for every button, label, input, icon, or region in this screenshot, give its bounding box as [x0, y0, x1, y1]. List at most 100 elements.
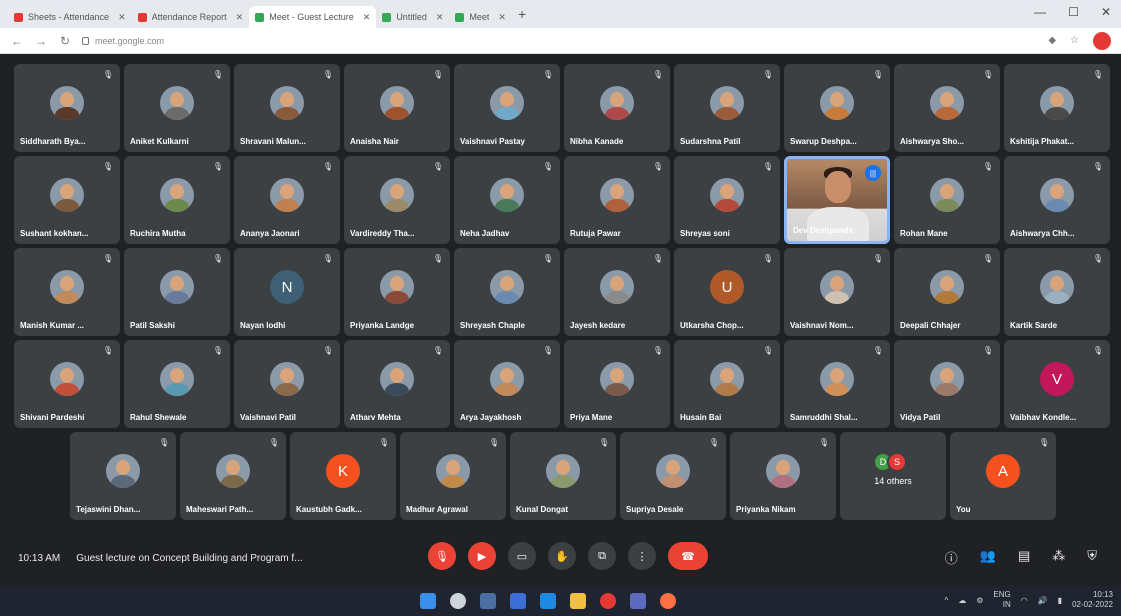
clock[interactable]: 10:13 02-02-2022 [1072, 590, 1113, 610]
participant-tile[interactable]: 🎙 Nibha Kanade [564, 64, 670, 152]
search-icon[interactable] [450, 593, 466, 609]
battery-icon[interactable]: ▮ [1058, 596, 1062, 605]
participant-tile[interactable]: 🎙 Kshitija Phakat... [1004, 64, 1110, 152]
host-controls-icon[interactable]: ⛨ [1087, 548, 1097, 567]
participant-tile[interactable]: 🎙 Husain Bai [674, 340, 780, 428]
people-icon[interactable]: 👥 [980, 548, 996, 567]
url-field[interactable]: meet.google.com [82, 32, 422, 50]
info-icon[interactable]: ⓘ [945, 548, 958, 567]
bookmark-star-icon[interactable]: ☆ [1070, 35, 1079, 46]
participant-tile[interactable]: U 🎙 Utkarsha Chop... [674, 248, 780, 336]
participant-tile[interactable]: 🎙 Kartik Sarde [1004, 248, 1110, 336]
task-view-icon[interactable] [480, 593, 496, 609]
camera-off-button[interactable]: ▶ [468, 542, 496, 570]
tab-close-icon[interactable]: ✕ [498, 12, 506, 23]
participant-tile[interactable]: 🎙 Shreyas soni [674, 156, 780, 244]
participant-tile[interactable]: 🎙 Swarup Deshpa... [784, 64, 890, 152]
tab-close-icon[interactable]: ✕ [436, 12, 444, 23]
chat-icon[interactable]: ▤ [1018, 548, 1030, 567]
participant-tile[interactable]: A 🎙 You [950, 432, 1056, 520]
participant-tile[interactable]: 🎙 Ananya Jaonari [234, 156, 340, 244]
browser-tab[interactable]: Meet ✕ [449, 6, 512, 28]
participant-tile[interactable]: 🎙 Kunal Dongat [510, 432, 616, 520]
file-explorer-icon[interactable] [570, 593, 586, 609]
others-tile[interactable]: D S 14 others [840, 432, 946, 520]
participant-tile[interactable]: 🎙 Manish Kumar ... [14, 248, 120, 336]
profile-avatar[interactable] [1093, 31, 1111, 50]
wifi-icon[interactable]: ◠ [1021, 596, 1028, 605]
start-icon[interactable] [420, 593, 436, 609]
participant-tile[interactable]: 🎙 Maheswari Path... [180, 432, 286, 520]
new-tab-button[interactable]: + [518, 6, 526, 22]
more-options-button[interactable]: ⋮ [628, 542, 656, 570]
participant-tile[interactable]: 🎙 Priyanka Landge [344, 248, 450, 336]
participant-tile[interactable]: 🎙 Vaishnavi Nom... [784, 248, 890, 336]
back-icon[interactable]: ← [10, 34, 24, 48]
browser-tab[interactable]: Sheets - Attendance ✕ [8, 6, 132, 28]
participant-name: Swarup Deshpa... [790, 137, 857, 146]
participant-tile[interactable]: 🎙 Sudarshna Patil [674, 64, 780, 152]
participant-tile[interactable]: 🎙 Atharv Mehta [344, 340, 450, 428]
participant-tile[interactable]: 🎙 Rutuja Pawar [564, 156, 670, 244]
extension-icon[interactable]: ◆ [1048, 35, 1056, 46]
widgets-icon[interactable] [510, 593, 526, 609]
participant-tile[interactable]: 🎙 Anaisha Nair [344, 64, 450, 152]
language-indicator[interactable]: ENG IN [993, 590, 1010, 610]
reload-icon[interactable]: ↻ [58, 34, 72, 48]
participant-tile[interactable]: 🎙 Rahul Shewale [124, 340, 230, 428]
edge-icon[interactable] [540, 593, 556, 609]
participant-tile[interactable]: 🎙 Vardireddy Tha... [344, 156, 450, 244]
participant-tile[interactable]: V 🎙 Vaibhav Kondle... [1004, 340, 1110, 428]
mic-off-button[interactable]: 🎙 [428, 542, 456, 570]
leave-call-button[interactable]: ☎ [668, 542, 708, 570]
volume-icon[interactable]: 🔊 [1038, 596, 1048, 605]
participant-tile[interactable]: 🎙 Aishwarya Chh... [1004, 156, 1110, 244]
participant-tile[interactable]: 🎙 Sushant kokhan... [14, 156, 120, 244]
close-icon[interactable]: ✕ [1101, 5, 1111, 19]
participant-tile[interactable]: 🎙 Madhur Agrawal [400, 432, 506, 520]
participant-tile[interactable]: 🎙 Arya Jayakhosh [454, 340, 560, 428]
browser-tab[interactable]: Attendance Report ✕ [132, 6, 250, 28]
minimize-icon[interactable]: — [1034, 5, 1046, 19]
participant-tile[interactable]: 🎙 Shivani Pardeshi [14, 340, 120, 428]
participant-tile[interactable]: K 🎙 Kaustubh Gadk... [290, 432, 396, 520]
cloud-icon[interactable]: ☁ [958, 596, 966, 605]
present-button[interactable]: ⧉ [588, 542, 616, 570]
tray-chevron-icon[interactable]: ^ [944, 596, 948, 605]
participant-tile[interactable]: 🎙 Priyanka Nikam [730, 432, 836, 520]
tab-close-icon[interactable]: ✕ [236, 12, 244, 23]
participant-tile[interactable]: 🎙 Tejaswini Dhan... [70, 432, 176, 520]
participant-tile[interactable]: 🎙 Vaishnavi Patil [234, 340, 340, 428]
participant-tile[interactable]: 🎙 Samruddhi Shal... [784, 340, 890, 428]
participant-tile[interactable]: 🎙 Neha Jadhav [454, 156, 560, 244]
browser-tab[interactable]: Untitled ✕ [376, 6, 449, 28]
chrome-icon[interactable] [600, 593, 616, 609]
participant-tile[interactable]: 🎙 Deepali Chhajer [894, 248, 1000, 336]
participant-tile[interactable]: N 🎙 Nayan lodhi [234, 248, 340, 336]
participant-tile[interactable]: 🎙 Rohan Mane [894, 156, 1000, 244]
maximize-icon[interactable]: ☐ [1068, 5, 1079, 19]
participant-tile[interactable]: 🎙 Vaishnavi Pastay [454, 64, 560, 152]
store-icon[interactable] [630, 593, 646, 609]
participant-tile[interactable]: 🎙 Supriya Desale [620, 432, 726, 520]
participant-tile[interactable]: 🎙 Ruchira Mutha [124, 156, 230, 244]
tray-app-icon[interactable]: ⚙ [976, 596, 983, 605]
participant-tile[interactable]: 🎙 Shreyash Chaple [454, 248, 560, 336]
tab-close-icon[interactable]: ✕ [363, 12, 371, 23]
participant-tile[interactable]: 🎙 Patil Sakshi [124, 248, 230, 336]
participant-tile[interactable]: 🎙 Vidya Patil [894, 340, 1000, 428]
participant-tile[interactable]: 🎙 Jayesh kedare [564, 248, 670, 336]
participant-tile[interactable]: ||| Dev Deshpande [784, 156, 890, 244]
participant-tile[interactable]: 🎙 Shravani Malun... [234, 64, 340, 152]
tab-close-icon[interactable]: ✕ [118, 12, 126, 23]
app-icon[interactable] [660, 593, 676, 609]
participant-tile[interactable]: 🎙 Aishwarya Sho... [894, 64, 1000, 152]
activities-icon[interactable]: ⁂ [1052, 548, 1065, 567]
forward-icon[interactable]: → [34, 34, 48, 48]
raise-hand-button[interactable]: ✋ [548, 542, 576, 570]
browser-tab[interactable]: Meet - Guest Lecture ✕ [249, 6, 377, 28]
participant-tile[interactable]: 🎙 Priya Mane [564, 340, 670, 428]
participant-tile[interactable]: 🎙 Siddharath Bya... [14, 64, 120, 152]
captions-button[interactable]: ▭ [508, 542, 536, 570]
participant-tile[interactable]: 🎙 Aniket Kulkarni [124, 64, 230, 152]
